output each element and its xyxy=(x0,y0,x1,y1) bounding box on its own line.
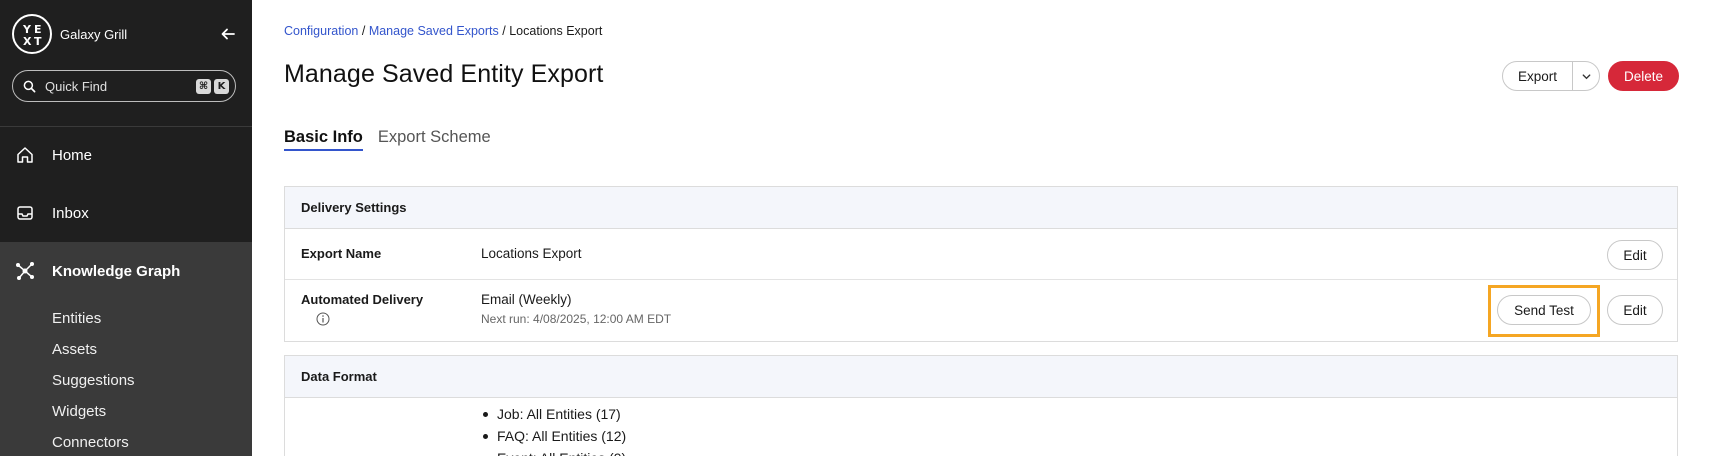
list-item: Event: All Entities (9) xyxy=(481,447,626,456)
sidebar-subitem-connectors[interactable]: Connectors xyxy=(52,434,129,451)
export-name-value: Locations Export xyxy=(481,246,582,261)
breadcrumb-separator: / xyxy=(502,24,506,38)
page-title: Manage Saved Entity Export xyxy=(284,60,604,88)
edit-automated-delivery-button[interactable]: Edit xyxy=(1607,295,1663,325)
next-run-text: Next run: 4/08/2025, 12:00 AM EDT xyxy=(481,312,672,326)
breadcrumb-separator: / xyxy=(361,24,366,38)
sidebar-item-label: Inbox xyxy=(52,204,89,222)
data-format-list: Job: All Entities (17) FAQ: All Entities… xyxy=(481,403,626,456)
automated-delivery-label: Automated Delivery xyxy=(301,292,424,307)
list-item: Job: All Entities (17) xyxy=(481,403,626,425)
inbox-icon xyxy=(14,202,36,224)
data-format-row: Job: All Entities (17) FAQ: All Entities… xyxy=(285,398,1677,456)
arrow-left-icon xyxy=(221,28,235,40)
quick-find-search[interactable]: ⌘ K xyxy=(12,70,236,102)
breadcrumb-current: Locations Export xyxy=(509,24,603,38)
delivery-settings-header: Delivery Settings xyxy=(285,187,1677,229)
automated-delivery-value: Email (Weekly) xyxy=(481,292,572,307)
edit-export-name-button[interactable]: Edit xyxy=(1607,240,1663,270)
tab-basic-info[interactable]: Basic Info xyxy=(284,128,363,151)
sidebar-subitem-widgets[interactable]: Widgets xyxy=(52,403,106,420)
export-name-label: Export Name xyxy=(301,246,382,261)
list-item: FAQ: All Entities (12) xyxy=(481,425,626,447)
sidebar-subitem-entities[interactable]: Entities xyxy=(52,310,101,327)
search-icon xyxy=(23,79,37,93)
sidebar-item-home[interactable]: Home xyxy=(0,126,252,184)
brand-header: Y E X T Galaxy Grill xyxy=(12,14,240,54)
breadcrumb-link-manage-saved-exports[interactable]: Manage Saved Exports xyxy=(369,24,499,38)
sidebar-item-label: Knowledge Graph xyxy=(52,262,181,280)
collapse-sidebar-button[interactable] xyxy=(216,22,240,46)
send-test-button[interactable]: Send Test xyxy=(1497,295,1591,325)
delivery-settings-card: Delivery Settings Export Name Locations … xyxy=(284,186,1678,342)
logo-letter: E xyxy=(34,23,42,36)
breadcrumb: Configuration / Manage Saved Exports / L… xyxy=(284,24,602,38)
org-name: Galaxy Grill xyxy=(60,26,128,42)
export-name-row: Export Name Locations Export Edit xyxy=(285,229,1677,280)
sidebar-subitem-suggestions[interactable]: Suggestions xyxy=(52,372,135,389)
breadcrumb-link-configuration[interactable]: Configuration xyxy=(284,24,358,38)
info-icon[interactable] xyxy=(316,312,330,326)
chevron-down-icon xyxy=(1582,73,1590,79)
data-format-header: Data Format xyxy=(285,356,1677,398)
home-icon xyxy=(14,144,36,166)
export-dropdown-toggle[interactable] xyxy=(1573,62,1599,90)
yext-logo[interactable]: Y E X T xyxy=(12,14,52,54)
main-content: Configuration / Manage Saved Exports / L… xyxy=(252,0,1710,456)
tab-bar: Basic Info Export Scheme xyxy=(284,128,506,151)
quick-find-input[interactable] xyxy=(45,78,193,94)
logo-letter: Y xyxy=(23,23,31,36)
knowledge-graph-icon xyxy=(14,260,36,282)
delete-button[interactable]: Delete xyxy=(1608,61,1679,91)
sidebar: Y E X T Galaxy Grill ⌘ K Home Inbox xyxy=(0,0,252,456)
sidebar-item-label: Home xyxy=(52,146,93,164)
logo-letter: T xyxy=(34,35,42,48)
sidebar-item-knowledge-graph[interactable]: Knowledge Graph xyxy=(0,242,252,300)
export-button-group: Export xyxy=(1502,61,1600,91)
sidebar-item-inbox[interactable]: Inbox xyxy=(0,184,252,242)
sidebar-subitem-assets[interactable]: Assets xyxy=(52,341,97,358)
automated-delivery-row: Automated Delivery Email (Weekly) Next r… xyxy=(285,280,1677,341)
k-key-badge: K xyxy=(214,78,229,94)
logo-letter: X xyxy=(23,35,32,48)
export-button[interactable]: Export xyxy=(1503,62,1573,90)
data-format-card: Data Format Job: All Entities (17) FAQ: … xyxy=(284,355,1678,456)
command-key-badge: ⌘ xyxy=(196,78,211,94)
tab-export-scheme[interactable]: Export Scheme xyxy=(378,128,491,151)
